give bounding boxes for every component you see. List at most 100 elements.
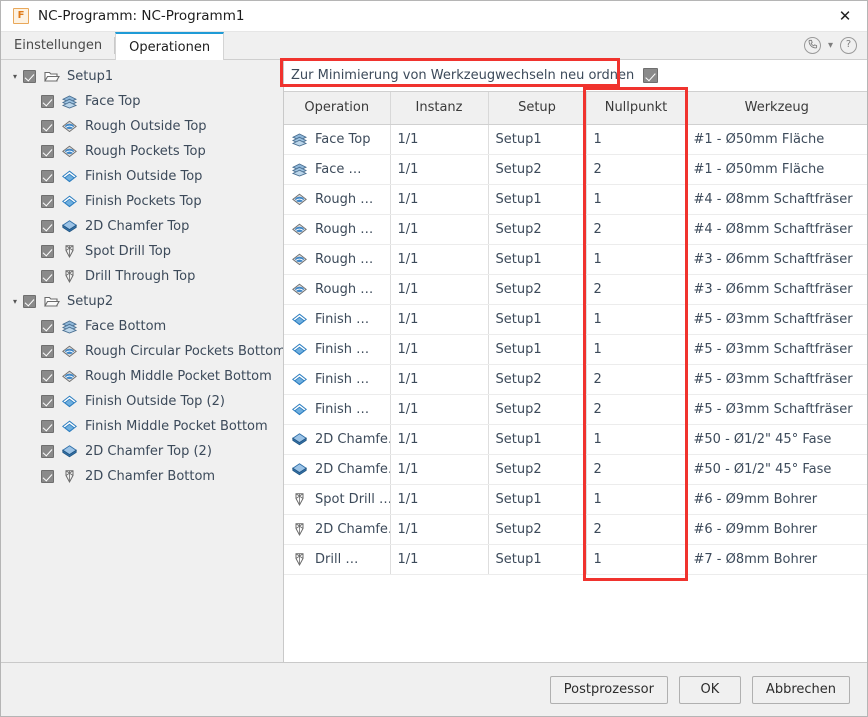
phone-icon[interactable] bbox=[804, 37, 821, 54]
table-row[interactable]: Rough … 1/1 Setup2 2 #3 - Ø6mm Schaftfräser bbox=[284, 274, 867, 305]
tree-item-checkbox[interactable] bbox=[41, 170, 54, 183]
tree-item-rough-middle-pocket-bottom[interactable]: Rough Middle Pocket Bottom bbox=[1, 364, 283, 389]
tree-item-checkbox[interactable] bbox=[41, 420, 54, 433]
table-row[interactable]: 2D Chamfe…1/1Setup22#50 - Ø1/2" 45° Fase bbox=[284, 454, 867, 485]
postprocessor-button[interactable]: Postprozessor bbox=[549, 675, 668, 704]
contour-icon bbox=[291, 372, 308, 387]
cell-operation-label: 2D Chamfe… bbox=[315, 521, 389, 537]
table-row[interactable]: Drill … 1/1 Setup1 1 #7 - Ø8mm Bohrer bbox=[284, 544, 867, 575]
tree-item-2d-chamfer-top-2[interactable]: 2D Chamfer Top (2) bbox=[1, 439, 283, 464]
table-row[interactable]: Rough … 1/1 Setup1 1 #3 - Ø6mm Schaftfräser bbox=[284, 244, 867, 275]
table-row[interactable]: Finish … 1/1 Setup1 1 #5 - Ø3mm Schaftfräser bbox=[284, 304, 867, 335]
tree-item-rough-outside-top[interactable]: Rough Outside Top bbox=[1, 114, 283, 139]
tree-item-rough-pockets-top[interactable]: Rough Pockets Top bbox=[1, 139, 283, 164]
tree-item-checkbox[interactable] bbox=[41, 270, 54, 283]
tree-item-drill-through-top[interactable]: Drill Through Top bbox=[1, 264, 283, 289]
ok-button[interactable]: OK bbox=[678, 675, 741, 704]
table-row[interactable]: Face Top 1/1 Setup1 1 #1 - Ø50mm Fläche bbox=[284, 124, 867, 155]
face-icon bbox=[61, 319, 78, 334]
cell-operation: 2D Chamfe… bbox=[284, 514, 391, 545]
tree-item-setup2[interactable]: ▾ Setup2 bbox=[1, 289, 283, 314]
tree-twisty-icon[interactable]: ▾ bbox=[7, 297, 23, 306]
cell-operation-label: Face Top bbox=[315, 131, 371, 147]
drill-icon bbox=[61, 469, 78, 484]
cell-nullpunkt: 1 bbox=[586, 334, 687, 365]
operations-table-wrapper: Operation Instanz Setup Nullpunkt Werkze… bbox=[284, 91, 867, 662]
chamfer-icon bbox=[61, 444, 78, 459]
cell-werkzeug: #4 - Ø8mm Schaftfräser bbox=[686, 214, 867, 245]
table-row[interactable]: Rough … 1/1 Setup1 1 #4 - Ø8mm Schaftfräser bbox=[284, 184, 867, 215]
tree-item-finish-outside-top-2[interactable]: Finish Outside Top (2) bbox=[1, 389, 283, 414]
tree-item-checkbox[interactable] bbox=[41, 320, 54, 333]
cell-instanz: 1/1 bbox=[390, 184, 489, 215]
chevron-down-icon[interactable]: ▾ bbox=[825, 40, 836, 51]
tree-item-checkbox[interactable] bbox=[41, 195, 54, 208]
tree-item-checkbox[interactable] bbox=[41, 220, 54, 233]
operations-tree[interactable]: ▾ Setup1 Face Top Rough Outside Top Rough Po… bbox=[1, 60, 284, 662]
drill-icon bbox=[291, 522, 308, 537]
cell-operation-label: Finish … bbox=[315, 401, 370, 417]
cell-setup: Setup1 bbox=[488, 124, 587, 155]
cell-instanz: 1/1 bbox=[390, 334, 489, 365]
table-row[interactable]: Spot Drill … 1/1 Setup1 1 #6 - Ø9mm Bohrer bbox=[284, 484, 867, 515]
table-row[interactable]: Face … 1/1 Setup2 2 #1 - Ø50mm Fläche bbox=[284, 154, 867, 185]
column-header-nullpunkt[interactable]: Nullpunkt bbox=[586, 92, 687, 125]
table-row[interactable]: 2D Chamfe…1/1Setup22#6 - Ø9mm Bohrer bbox=[284, 514, 867, 545]
tree-item-checkbox[interactable] bbox=[41, 345, 54, 358]
tree-item-checkbox[interactable] bbox=[41, 470, 54, 483]
cell-instanz: 1/1 bbox=[390, 244, 489, 275]
tree-item-checkbox[interactable] bbox=[23, 295, 36, 308]
help-icon[interactable]: ? bbox=[840, 37, 857, 54]
tree-item-label: Face Top bbox=[85, 94, 141, 109]
table-row[interactable]: Finish … 1/1 Setup2 2 #5 - Ø3mm Schaftfräser bbox=[284, 394, 867, 425]
cell-setup: Setup2 bbox=[488, 454, 587, 485]
close-icon[interactable]: ✕ bbox=[823, 1, 867, 32]
column-header-werkzeug[interactable]: Werkzeug bbox=[686, 92, 867, 125]
reorder-row[interactable]: Zur Minimierung von Werkzeugwechseln neu… bbox=[284, 60, 867, 91]
cell-operation-label: 2D Chamfe… bbox=[315, 431, 389, 447]
table-row[interactable]: 2D Chamfe…1/1Setup11#50 - Ø1/2" 45° Fase bbox=[284, 424, 867, 455]
column-header-operation[interactable]: Operation bbox=[284, 92, 391, 125]
drill-icon bbox=[61, 269, 78, 284]
cell-operation: Finish … bbox=[284, 394, 391, 425]
tree-item-finish-outside-top[interactable]: Finish Outside Top bbox=[1, 164, 283, 189]
tree-item-checkbox[interactable] bbox=[41, 370, 54, 383]
setup-folder-icon bbox=[43, 294, 60, 309]
tree-item-spot-drill-top[interactable]: Spot Drill Top bbox=[1, 239, 283, 264]
tree-item-checkbox[interactable] bbox=[23, 70, 36, 83]
cancel-button[interactable]: Abbrechen bbox=[751, 675, 850, 704]
reorder-checkbox[interactable] bbox=[643, 68, 659, 83]
tree-item-checkbox[interactable] bbox=[41, 395, 54, 408]
column-header-setup[interactable]: Setup bbox=[488, 92, 587, 125]
tree-item-checkbox[interactable] bbox=[41, 245, 54, 258]
cell-operation: Rough … bbox=[284, 244, 391, 275]
cell-werkzeug: #5 - Ø3mm Schaftfräser bbox=[686, 304, 867, 335]
cell-nullpunkt: 1 bbox=[586, 124, 687, 155]
cell-nullpunkt: 2 bbox=[586, 214, 687, 245]
tree-item-rough-circular-pockets-bottom[interactable]: Rough Circular Pockets Bottom bbox=[1, 339, 283, 364]
tree-item-setup1[interactable]: ▾ Setup1 bbox=[1, 64, 283, 89]
tab-operationen-label: Operationen bbox=[129, 39, 211, 55]
table-row[interactable]: Rough … 1/1 Setup2 2 #4 - Ø8mm Schaftfräser bbox=[284, 214, 867, 245]
tree-twisty-icon[interactable]: ▾ bbox=[7, 72, 23, 81]
column-header-instanz[interactable]: Instanz bbox=[390, 92, 489, 125]
table-row[interactable]: Finish … 1/1 Setup2 2 #5 - Ø3mm Schaftfräser bbox=[284, 364, 867, 395]
table-row[interactable]: Finish … 1/1 Setup1 1 #5 - Ø3mm Schaftfräser bbox=[284, 334, 867, 365]
tree-item-label: 2D Chamfer Top (2) bbox=[85, 444, 212, 459]
tree-item-checkbox[interactable] bbox=[41, 95, 54, 108]
tree-item-face-top[interactable]: Face Top bbox=[1, 89, 283, 114]
cell-operation-label: Rough … bbox=[315, 281, 374, 297]
tree-item-2d-chamfer-bottom[interactable]: 2D Chamfer Bottom bbox=[1, 464, 283, 489]
tab-einstellungen[interactable]: Einstellungen bbox=[1, 32, 116, 59]
cell-instanz: 1/1 bbox=[390, 424, 489, 455]
tree-item-checkbox[interactable] bbox=[41, 120, 54, 133]
tab-strip: Einstellungen Operationen ▾ ? bbox=[1, 32, 867, 60]
tree-item-face-bottom[interactable]: Face Bottom bbox=[1, 314, 283, 339]
cell-setup: Setup2 bbox=[488, 514, 587, 545]
tab-operationen[interactable]: Operationen bbox=[115, 32, 225, 60]
tree-item-checkbox[interactable] bbox=[41, 145, 54, 158]
tree-item-finish-middle-pocket-bottom[interactable]: Finish Middle Pocket Bottom bbox=[1, 414, 283, 439]
tree-item-2d-chamfer-top[interactable]: 2D Chamfer Top bbox=[1, 214, 283, 239]
tree-item-finish-pockets-top[interactable]: Finish Pockets Top bbox=[1, 189, 283, 214]
tree-item-checkbox[interactable] bbox=[41, 445, 54, 458]
